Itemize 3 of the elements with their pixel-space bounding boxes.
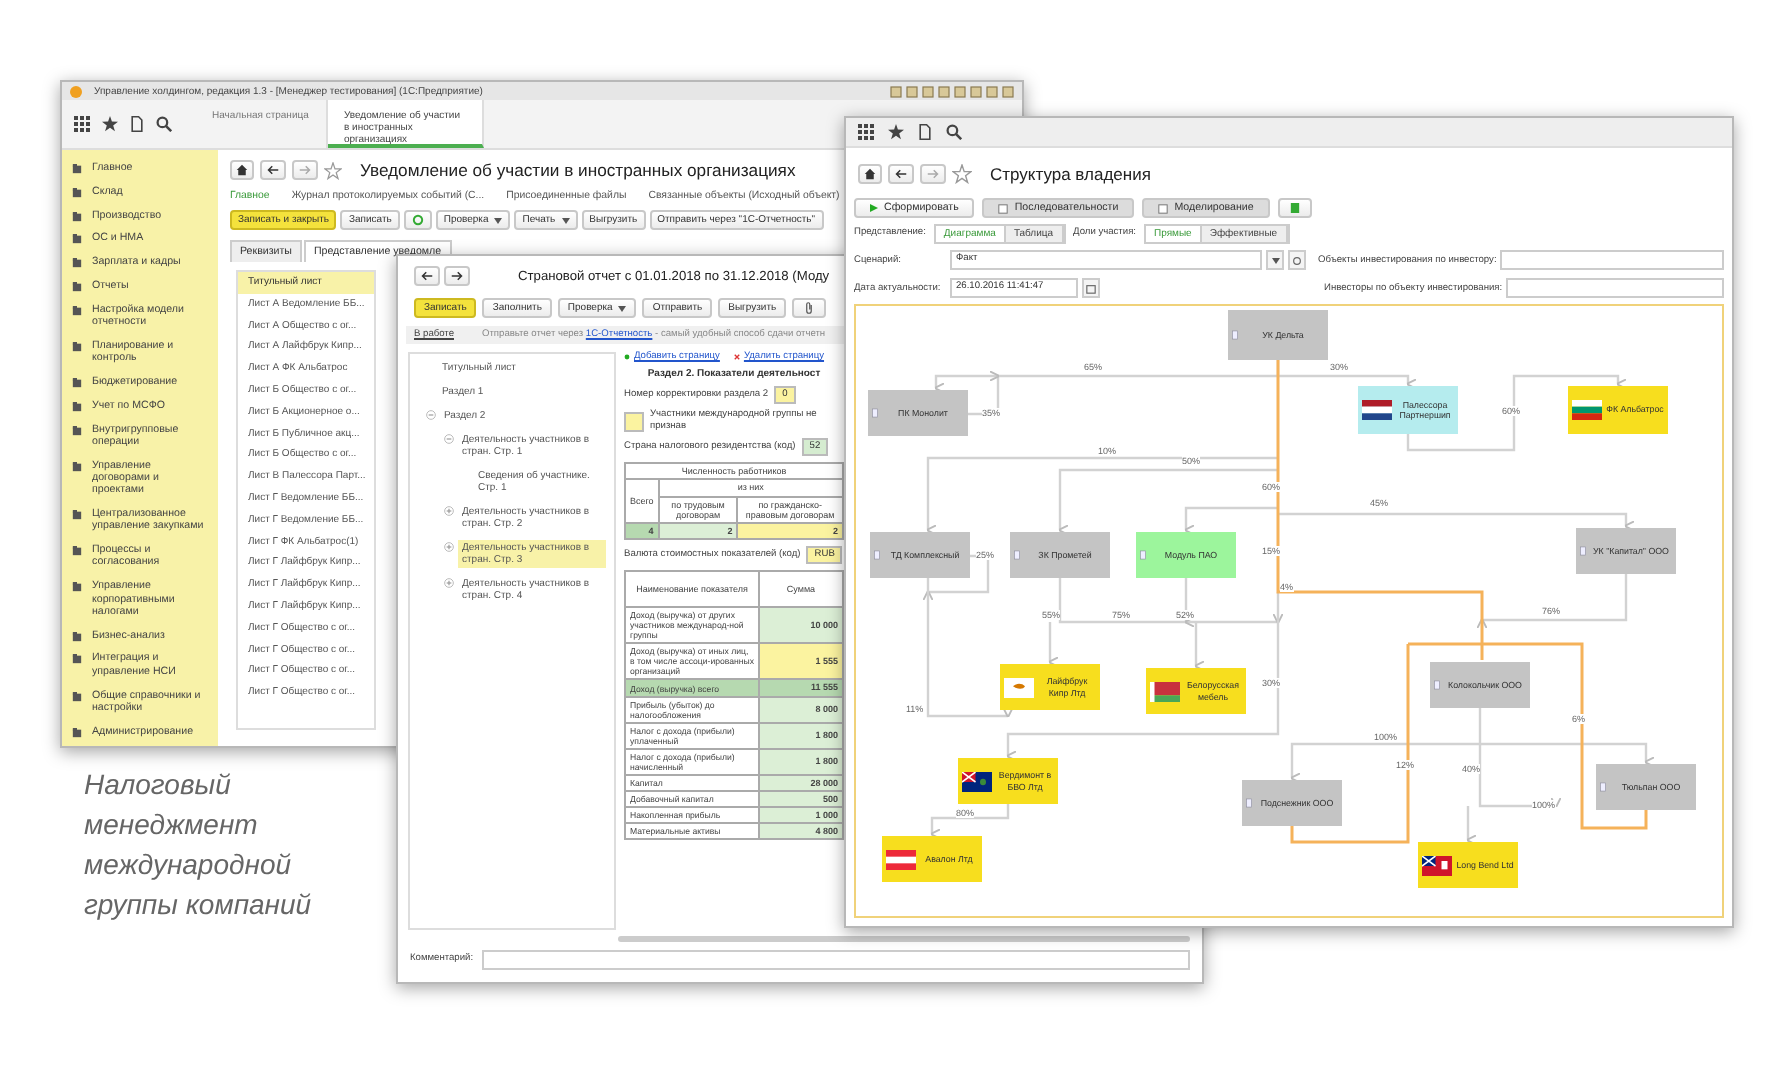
- document-title: Уведомление об участии в иностранных организациях: [360, 160, 796, 180]
- caption: Налоговый менеджмент международной группы компаний: [84, 766, 314, 924]
- window-title: Структура владения: [990, 164, 1151, 184]
